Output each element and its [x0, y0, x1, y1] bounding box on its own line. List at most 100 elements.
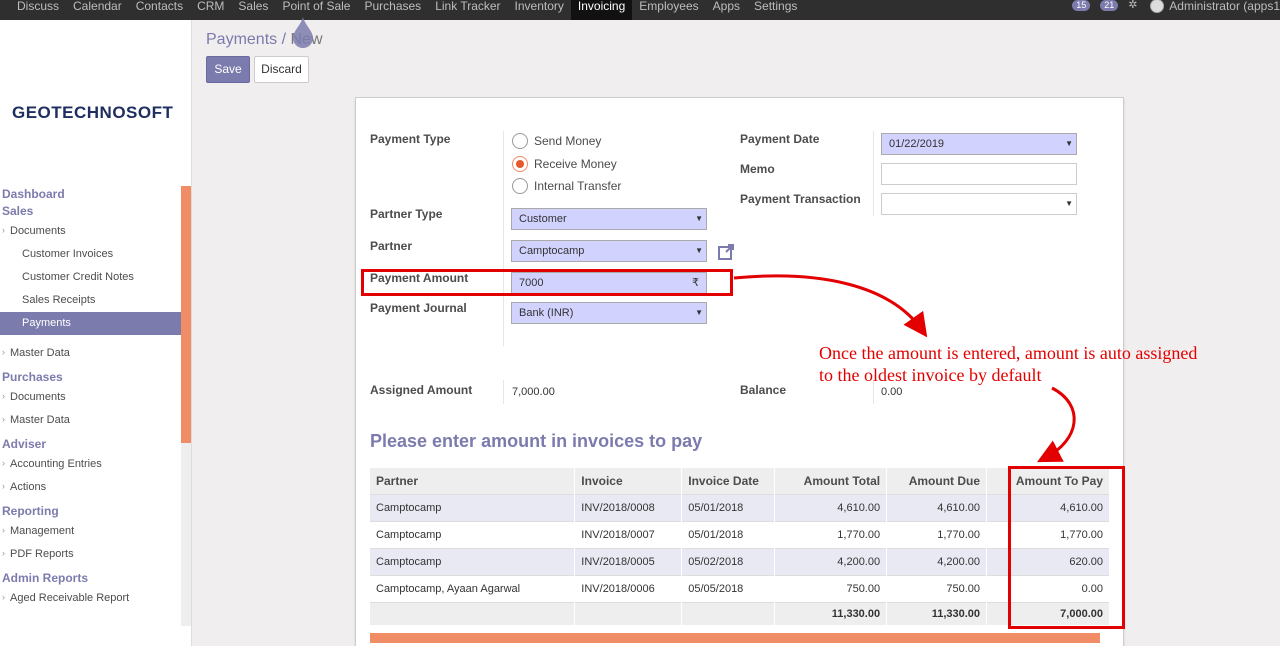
sidebar-item-sales-receipts[interactable]: Sales Receipts — [0, 289, 181, 312]
payment-amount-highlight-box — [361, 269, 733, 296]
radio-receive-money[interactable]: Receive Money — [512, 156, 617, 172]
radio-circle[interactable] — [512, 178, 528, 194]
sidebar-item-documents[interactable]: Documents — [0, 219, 181, 243]
table-cell: 1,770.00 — [886, 520, 988, 548]
discard-button[interactable]: Discard — [254, 56, 309, 83]
top-menu-inventory[interactable]: Inventory — [508, 0, 571, 20]
chevron-down-icon: ▼ — [695, 308, 703, 317]
partner-type-select[interactable]: Customer ▼ — [511, 208, 707, 230]
column-header-amount-total[interactable]: Amount Total — [774, 468, 888, 494]
chevron-down-icon: ▼ — [1065, 199, 1073, 208]
sidebar-item-documents[interactable]: Documents — [0, 385, 181, 409]
top-menu-invoicing[interactable]: Invoicing — [570, 0, 633, 20]
sidebar-section-adviser[interactable]: Adviser — [0, 436, 181, 453]
sidebar-item-actions[interactable]: Actions — [0, 475, 181, 499]
messages-badge[interactable]: 15 — [1072, 0, 1091, 11]
payment-transaction-select[interactable]: ▼ — [881, 193, 1077, 215]
sidebar-item-master-data[interactable]: Master Data — [0, 408, 181, 432]
sidebar-section-admin-reports[interactable]: Admin Reports — [0, 570, 181, 587]
user-avatar[interactable] — [1150, 0, 1165, 13]
left-group-separator — [503, 131, 504, 346]
right-group-separator — [873, 131, 874, 216]
memo-input[interactable] — [881, 163, 1077, 185]
sidebar-nav: DashboardSalesDocumentsCustomer Invoices… — [0, 186, 181, 610]
partner-label: Partner — [370, 239, 413, 253]
top-menu-settings[interactable]: Settings — [747, 0, 804, 20]
top-menu-discuss[interactable]: Discuss — [10, 0, 66, 20]
column-header-invoice[interactable]: Invoice — [574, 468, 683, 494]
table-cell: 4,200.00 — [886, 547, 988, 575]
payment-transaction-label: Payment Transaction — [740, 192, 861, 206]
chevron-down-icon: ▼ — [695, 246, 703, 255]
invoice-table: Partner Invoice Invoice Date Amount Total Am… — [370, 468, 1110, 625]
sidebar-item-master-data[interactable]: Master Data — [0, 341, 181, 365]
payment-type-label: Payment Type — [370, 132, 451, 146]
sidebar-item-accounting-entries[interactable]: Accounting Entries — [0, 452, 181, 476]
table-cell: INV/2018/0006 — [574, 574, 683, 602]
annotation-line-1: Once the amount is entered, amount is au… — [819, 343, 1198, 363]
totals-cell: 11,330.00 — [886, 601, 988, 625]
payment-date-value: 01/22/2019 — [889, 138, 945, 150]
table-footer-bar — [370, 633, 1100, 643]
assigned-amount-value: 7,000.00 — [512, 386, 555, 398]
table-cell: 05/01/2018 — [681, 493, 776, 521]
sidebar-item-management[interactable]: Management — [0, 519, 181, 543]
top-menu-employees[interactable]: Employees — [632, 0, 705, 20]
table-row[interactable]: Camptocamp, Ayaan Agarwal INV/2018/0006 05… — [370, 574, 1110, 602]
column-header-invoice-date[interactable]: Invoice Date — [681, 468, 776, 494]
table-cell: 4,200.00 — [774, 547, 888, 575]
totals-cell: 11,330.00 — [774, 601, 888, 625]
debug-bug-icon[interactable]: ✲ — [1128, 0, 1138, 11]
table-cell: INV/2018/0005 — [574, 547, 683, 575]
radio-internal-transfer[interactable]: Internal Transfer — [512, 178, 621, 194]
top-menu-purchases[interactable]: Purchases — [357, 0, 428, 20]
sidebar-item-aged-receivable-report[interactable]: Aged Receivable Report — [0, 586, 181, 610]
table-cell: Camptocamp, Ayaan Agarwal — [370, 574, 576, 602]
sidebar-item-customer-invoices[interactable]: Customer Invoices — [0, 243, 181, 266]
sidebar-section-sales[interactable]: Sales — [0, 203, 181, 220]
payment-journal-label: Payment Journal — [370, 301, 467, 315]
payment-journal-select[interactable]: Bank (INR) ▼ — [511, 302, 707, 324]
totals-cell — [370, 601, 576, 625]
sidebar-item-payments[interactable]: Payments — [0, 312, 181, 335]
radio-circle-selected[interactable] — [512, 156, 528, 172]
activities-badge[interactable]: 21 — [1100, 0, 1119, 11]
sidebar-section-purchases[interactable]: Purchases — [0, 369, 181, 386]
sidebar-section-reporting[interactable]: Reporting — [0, 503, 181, 520]
payment-date-input[interactable]: 01/22/2019 ▼ — [881, 133, 1077, 155]
chevron-down-icon: ▼ — [1065, 139, 1073, 148]
top-menu-calendar[interactable]: Calendar — [66, 0, 129, 20]
assigned-separator — [503, 380, 504, 404]
table-header-row: Partner Invoice Invoice Date Amount Total Am… — [370, 468, 1110, 494]
sidebar-section-dashboard[interactable]: Dashboard — [0, 186, 181, 203]
sidebar-item-pdf-reports[interactable]: PDF Reports — [0, 542, 181, 566]
user-menu[interactable]: Administrator (apps1 — [1169, 0, 1280, 12]
top-menu-contacts[interactable]: Contacts — [129, 0, 190, 20]
partner-select[interactable]: Camptocamp ▼ — [511, 240, 707, 262]
table-row[interactable]: Camptocamp INV/2018/0007 05/01/2018 1,770.0… — [370, 520, 1110, 548]
external-link-icon[interactable] — [717, 243, 735, 261]
totals-cell — [574, 601, 683, 625]
memo-label: Memo — [740, 162, 775, 176]
sidebar-item-customer-credit-notes[interactable]: Customer Credit Notes — [0, 266, 181, 289]
table-row[interactable]: Camptocamp INV/2018/0005 05/02/2018 4,200.0… — [370, 547, 1110, 575]
sidebar-scrollbar-thumb[interactable] — [181, 186, 191, 443]
table-row[interactable]: Camptocamp INV/2018/0008 05/01/2018 4,610.0… — [370, 493, 1110, 521]
radio-send-money[interactable]: Send Money — [512, 133, 601, 149]
radio-circle[interactable] — [512, 133, 528, 149]
top-menu-link-tracker[interactable]: Link Tracker — [428, 0, 507, 20]
column-header-amount-due[interactable]: Amount Due — [886, 468, 988, 494]
top-menu-crm[interactable]: CRM — [190, 0, 231, 20]
loading-drop-icon — [293, 17, 313, 48]
top-menu-point-of-sale[interactable]: Point of Sale — [275, 0, 357, 20]
breadcrumb-parent[interactable]: Payments — [206, 31, 277, 48]
app-menu: Discuss Calendar Contacts CRM Sales Point of … — [10, 0, 804, 20]
radio-receive-money-label: Receive Money — [534, 157, 617, 171]
table-cell: INV/2018/0008 — [574, 493, 683, 521]
table-cell: 4,610.00 — [886, 493, 988, 521]
top-menu-sales[interactable]: Sales — [231, 0, 275, 20]
column-header-partner[interactable]: Partner — [370, 468, 576, 494]
radio-internal-transfer-label: Internal Transfer — [534, 179, 622, 193]
save-button[interactable]: Save — [206, 56, 250, 83]
top-menu-apps[interactable]: Apps — [706, 0, 747, 20]
